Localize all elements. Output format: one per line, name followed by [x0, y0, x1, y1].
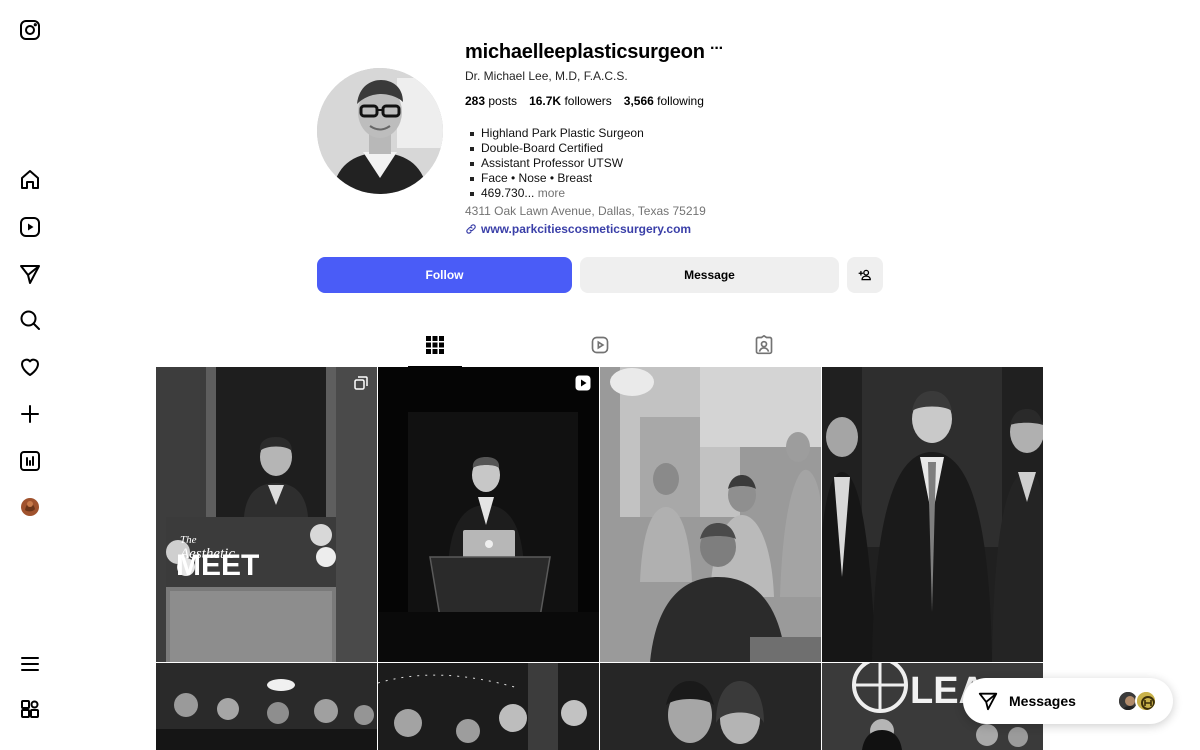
home-icon[interactable] — [18, 168, 42, 192]
link-icon — [466, 224, 476, 234]
posts-count[interactable]: 283 posts — [465, 94, 517, 108]
profile-username: michaelleeplasticsurgeon — [465, 41, 705, 63]
tagged-icon — [755, 335, 773, 355]
bio-line: Highland Park Plastic Surgeon — [469, 126, 644, 141]
direct-send-icon — [978, 692, 998, 711]
reel-play-icon — [575, 375, 591, 391]
post-thumbnail[interactable] — [822, 367, 1043, 662]
profile-stats: 283 posts 16.7K followers 3,566 followin… — [465, 94, 704, 108]
instagram-logo-icon[interactable] — [18, 18, 42, 42]
profile-address: 4311 Oak Lawn Avenue, Dallas, Texas 7521… — [465, 204, 706, 218]
bio-more-link[interactable]: more — [538, 186, 565, 200]
website-text: www.parkcitiescosmeticsurgery.com — [481, 222, 692, 236]
message-avatars — [1117, 690, 1159, 712]
add-user-icon — [858, 269, 871, 281]
tab-tagged[interactable] — [737, 335, 791, 367]
podium-text-the: The — [180, 534, 197, 546]
followers-count-value: 16.7K — [529, 94, 562, 108]
heart-icon[interactable] — [18, 355, 42, 379]
profile-avatar[interactable] — [317, 68, 443, 194]
followers-count-label: followers — [564, 94, 612, 108]
more-options-button[interactable]: ··· — [710, 40, 724, 58]
direct-send-icon[interactable] — [18, 262, 42, 286]
bio-line: Double-Board Certified — [469, 141, 644, 156]
create-plus-icon[interactable] — [18, 402, 42, 426]
messages-label: Messages — [1009, 693, 1076, 709]
post-thumbnail[interactable] — [378, 663, 599, 750]
search-icon[interactable] — [18, 308, 42, 332]
profile-bio: Highland Park Plastic Surgeon Double-Boa… — [469, 126, 644, 201]
message-button[interactable]: Message — [580, 257, 839, 293]
podium-text-meet: MEET — [176, 549, 259, 582]
following-count[interactable]: 3,566 following — [624, 94, 704, 108]
posts-count-value: 283 — [465, 94, 486, 108]
grid-icon — [426, 336, 444, 354]
left-sidebar — [0, 0, 60, 750]
menu-hamburger-icon[interactable] — [18, 652, 42, 676]
posts-count-label: posts — [488, 94, 518, 108]
bio-phone-truncated: 469.730... — [481, 186, 535, 200]
reels-tab-icon — [591, 336, 609, 354]
post-thumbnail[interactable] — [156, 663, 377, 750]
post-thumbnail[interactable] — [600, 367, 821, 662]
posts-grid: The Aesthetic MEET LEA — [156, 367, 1043, 750]
bio-line: Assistant Professor UTSW — [469, 156, 644, 171]
following-count-label: following — [657, 94, 704, 108]
profile-full-name: Dr. Michael Lee, M.D, F.A.C.S. — [465, 69, 628, 83]
post-thumbnail[interactable] — [378, 367, 599, 662]
tab-reels[interactable] — [573, 335, 627, 367]
profile-website-link[interactable]: www.parkcitiescosmeticsurgery.com — [465, 222, 691, 236]
tab-posts[interactable] — [408, 335, 462, 367]
dashboard-icon[interactable] — [18, 449, 42, 473]
post-thumbnail[interactable] — [600, 663, 821, 750]
suggested-accounts-button[interactable] — [847, 257, 883, 293]
followers-count[interactable]: 16.7K followers — [529, 94, 612, 108]
messages-dock[interactable]: Messages — [963, 678, 1173, 724]
avatar — [1135, 690, 1157, 712]
carousel-icon — [354, 376, 368, 390]
follow-button[interactable]: Follow — [317, 257, 572, 293]
bio-line: 469.730... more — [469, 186, 644, 201]
apps-grid-icon[interactable] — [18, 698, 42, 722]
reels-icon[interactable] — [18, 215, 42, 239]
bio-line: Face • Nose • Breast — [469, 171, 644, 186]
post-thumbnail[interactable]: The Aesthetic MEET — [156, 367, 377, 662]
profile-avatar-icon[interactable] — [18, 495, 42, 519]
following-count-value: 3,566 — [623, 94, 654, 108]
